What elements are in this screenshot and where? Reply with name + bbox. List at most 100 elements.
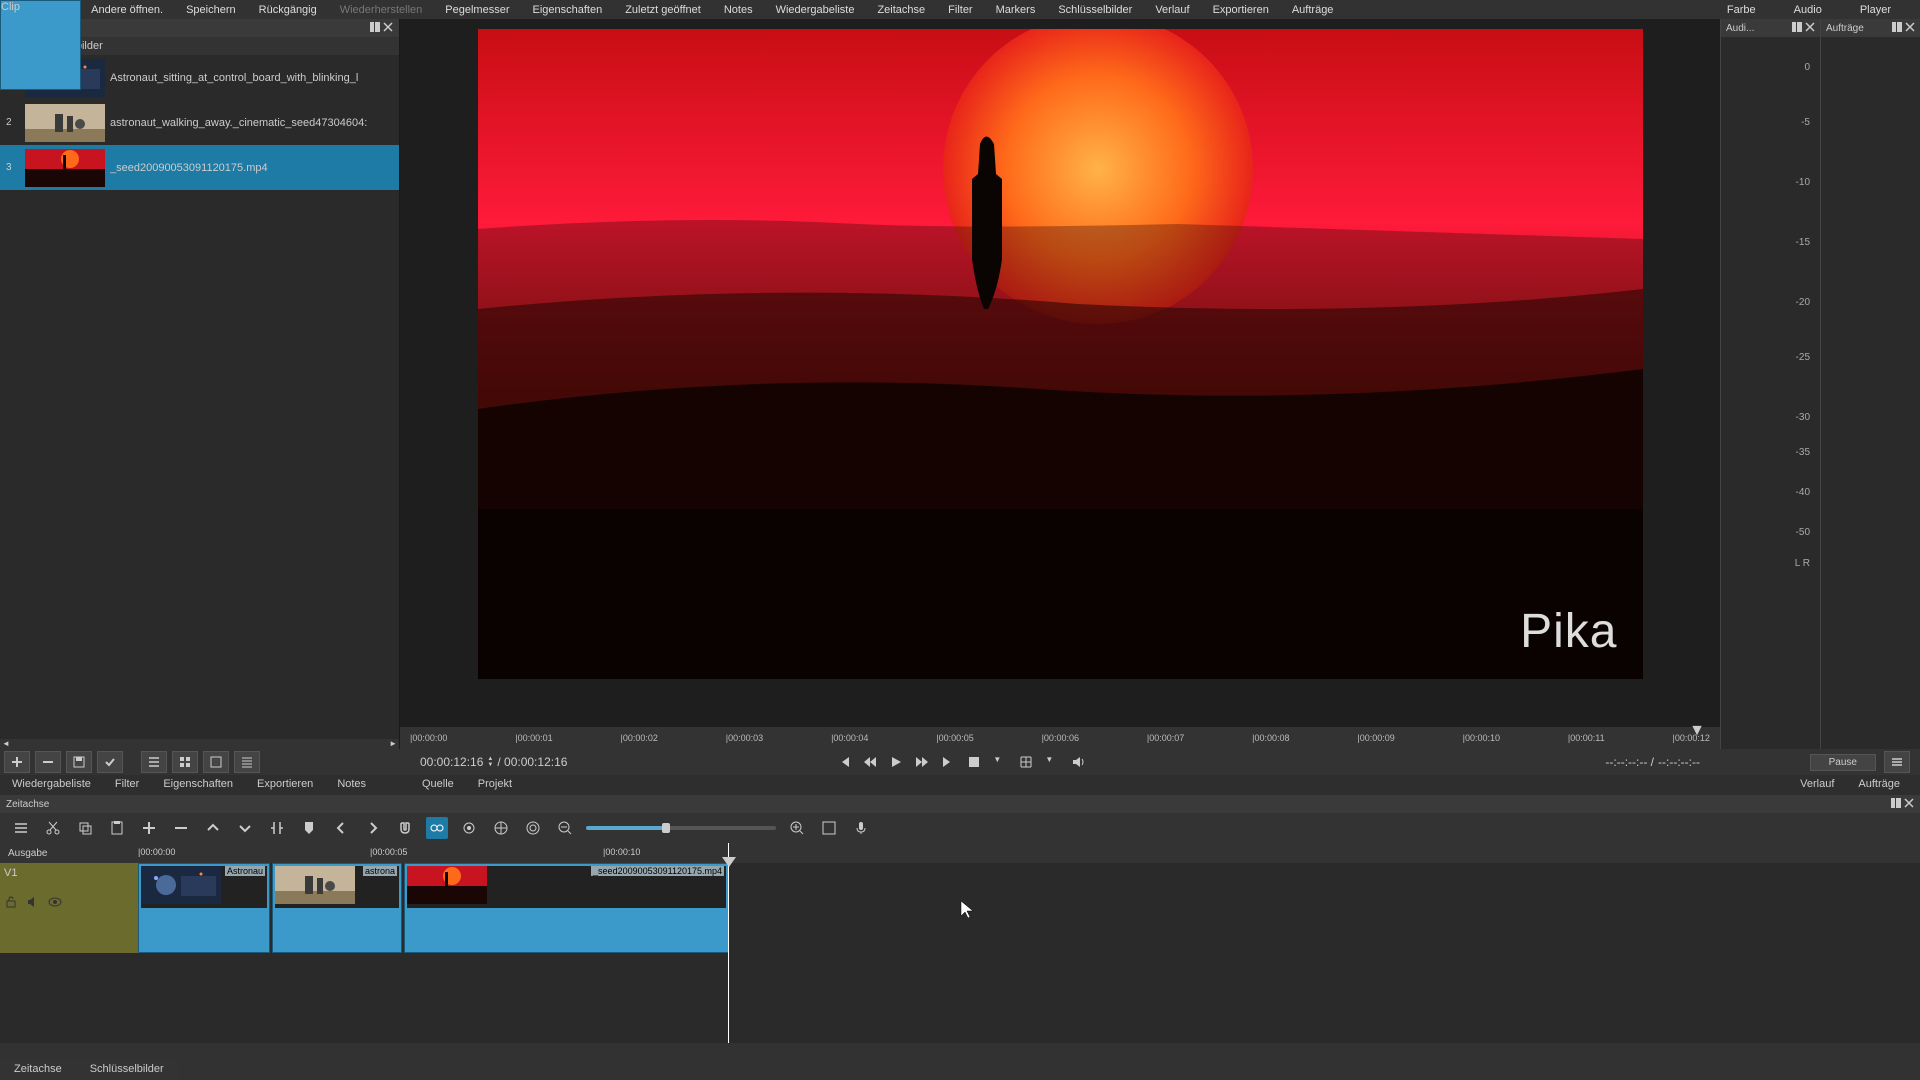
grid-icon[interactable] bbox=[1019, 755, 1033, 769]
output-label[interactable]: Ausgabe bbox=[0, 843, 138, 863]
lock-icon[interactable] bbox=[4, 895, 18, 912]
tab-wiedergabeliste[interactable]: Wiedergabeliste bbox=[0, 775, 103, 795]
bottom-tab[interactable]: Schlüsselbilder bbox=[76, 1060, 178, 1080]
menu-item[interactable]: Zeitachse bbox=[873, 2, 929, 18]
tab-exportieren[interactable]: Exportieren bbox=[245, 775, 325, 795]
tab-eigenschaften[interactable]: Eigenschaften bbox=[151, 775, 245, 795]
zoom-slider[interactable] bbox=[586, 826, 776, 830]
mic-icon[interactable] bbox=[850, 817, 872, 839]
playlist-row[interactable]: 2 astronaut_walking_away._cinematic_seed… bbox=[0, 100, 399, 145]
playlist-scrollbar[interactable]: ◄► bbox=[0, 739, 399, 749]
panel-layout-icon[interactable] bbox=[1891, 798, 1901, 811]
skip-start-icon[interactable] bbox=[837, 755, 851, 769]
panel-close-icon[interactable] bbox=[1905, 22, 1915, 35]
menu-item[interactable]: Exportieren bbox=[1209, 2, 1273, 18]
playhead[interactable] bbox=[728, 843, 729, 1043]
tab-verlauf[interactable]: Verlauf bbox=[1788, 775, 1846, 795]
playhead-marker-icon[interactable]: ▼ bbox=[1689, 722, 1705, 740]
menu-item[interactable]: Farbe bbox=[1723, 2, 1760, 18]
split-icon[interactable] bbox=[266, 817, 288, 839]
ripple-icon[interactable] bbox=[490, 817, 512, 839]
fast-forward-icon[interactable] bbox=[915, 755, 929, 769]
view-details-button[interactable] bbox=[234, 751, 260, 773]
plus-icon[interactable] bbox=[138, 817, 160, 839]
menu-item[interactable]: Wiederherstellen bbox=[336, 2, 427, 18]
panel-close-icon[interactable] bbox=[383, 22, 393, 35]
panel-layout-icon[interactable] bbox=[370, 22, 380, 35]
down-icon[interactable] bbox=[234, 817, 256, 839]
col-clip[interactable]: Clip bbox=[0, 0, 81, 90]
marker-icon[interactable] bbox=[298, 817, 320, 839]
zoom-in-icon[interactable] bbox=[786, 817, 808, 839]
menu-item[interactable]: Pegelmesser bbox=[441, 2, 513, 18]
video-canvas[interactable]: Pika bbox=[478, 29, 1643, 679]
stop-icon[interactable] bbox=[967, 755, 981, 769]
skip-end-icon[interactable] bbox=[941, 755, 955, 769]
track-v1-header[interactable]: V1 bbox=[0, 863, 138, 953]
magnet-icon[interactable] bbox=[394, 817, 416, 839]
check-button[interactable] bbox=[97, 751, 123, 773]
timeline-ruler[interactable]: |00:00:00|00:00:05|00:00:10 bbox=[138, 843, 1920, 863]
up-icon[interactable] bbox=[202, 817, 224, 839]
timeline-track-area[interactable]: |00:00:00|00:00:05|00:00:10 Astronauastr… bbox=[138, 843, 1920, 1043]
tab-filter[interactable]: Filter bbox=[103, 775, 151, 795]
menu-item[interactable]: Filter bbox=[944, 2, 976, 18]
view-grid-button[interactable] bbox=[172, 751, 198, 773]
pause-button[interactable]: Pause bbox=[1810, 754, 1876, 771]
record-icon[interactable] bbox=[458, 817, 480, 839]
tab-quelle[interactable]: Quelle bbox=[410, 775, 466, 795]
menu-item[interactable]: Player bbox=[1856, 2, 1895, 18]
zoom-out-icon[interactable] bbox=[554, 817, 576, 839]
tab-projekt[interactable]: Projekt bbox=[466, 775, 524, 795]
tab-notes[interactable]: Notes bbox=[325, 775, 378, 795]
menu-item[interactable]: Markers bbox=[992, 2, 1040, 18]
menu-item[interactable]: Zuletzt geöffnet bbox=[621, 2, 705, 18]
add-button[interactable] bbox=[4, 751, 30, 773]
copy-icon[interactable] bbox=[74, 817, 96, 839]
bottom-tab[interactable]: Zeitachse bbox=[0, 1060, 76, 1080]
panel-close-icon[interactable] bbox=[1805, 22, 1815, 35]
view-list-button[interactable] bbox=[141, 751, 167, 773]
cut-icon[interactable] bbox=[42, 817, 64, 839]
paste-icon[interactable] bbox=[106, 817, 128, 839]
panel-layout-icon[interactable] bbox=[1792, 22, 1802, 35]
menu-item[interactable]: Speichern bbox=[182, 2, 240, 18]
tab-aufträge[interactable]: Aufträge bbox=[1846, 775, 1912, 795]
save-button[interactable] bbox=[66, 751, 92, 773]
mute-icon[interactable] bbox=[26, 895, 40, 912]
rewind-icon[interactable] bbox=[863, 755, 877, 769]
remove-button[interactable] bbox=[35, 751, 61, 773]
menu-item[interactable]: Aufträge bbox=[1288, 2, 1338, 18]
timeline-clip[interactable]: astrona bbox=[272, 863, 402, 953]
menu-item[interactable]: Andere öffnen. bbox=[87, 2, 167, 18]
dropdown-icon[interactable]: ▼ bbox=[993, 755, 1007, 769]
eye-icon[interactable] bbox=[48, 895, 62, 912]
menu-item[interactable]: Wiedergabeliste bbox=[772, 2, 859, 18]
panel-close-icon[interactable] bbox=[1904, 798, 1914, 811]
dropdown-icon[interactable]: ▼ bbox=[1045, 755, 1059, 769]
timeline-clip[interactable]: Astronau bbox=[138, 863, 270, 953]
preview-ruler[interactable]: |00:00:00|00:00:01|00:00:02|00:00:03|00:… bbox=[400, 727, 1720, 749]
menu-button[interactable] bbox=[1884, 751, 1910, 773]
play-icon[interactable] bbox=[889, 755, 903, 769]
timecode-spinner[interactable]: ▲▼ bbox=[487, 756, 493, 768]
ripple-all-icon[interactable] bbox=[522, 817, 544, 839]
playlist-row[interactable]: 3 _seed20090053091120175.mp4 bbox=[0, 145, 399, 190]
prev-icon[interactable] bbox=[330, 817, 352, 839]
menu-item[interactable]: Schlüsselbilder bbox=[1054, 2, 1136, 18]
menu-item[interactable]: Verlauf bbox=[1151, 2, 1193, 18]
timecode-current[interactable]: 00:00:12:16 bbox=[420, 755, 483, 769]
next-icon[interactable] bbox=[362, 817, 384, 839]
menu-item[interactable]: Rückgängig bbox=[255, 2, 321, 18]
zoom-fit-icon[interactable] bbox=[818, 817, 840, 839]
menu-item[interactable]: Eigenschaften bbox=[528, 2, 606, 18]
playhead-handle-icon[interactable] bbox=[722, 857, 736, 867]
panel-layout-icon[interactable] bbox=[1892, 22, 1902, 35]
scrub-icon[interactable] bbox=[426, 817, 448, 839]
volume-icon[interactable] bbox=[1071, 755, 1085, 769]
minus-icon[interactable] bbox=[170, 817, 192, 839]
menu-item[interactable]: Audio bbox=[1790, 2, 1826, 18]
menu-icon[interactable] bbox=[10, 817, 32, 839]
menu-item[interactable]: Notes bbox=[720, 2, 757, 18]
timeline-clip[interactable]: _seed20090053091120175.mp4 bbox=[404, 863, 729, 953]
